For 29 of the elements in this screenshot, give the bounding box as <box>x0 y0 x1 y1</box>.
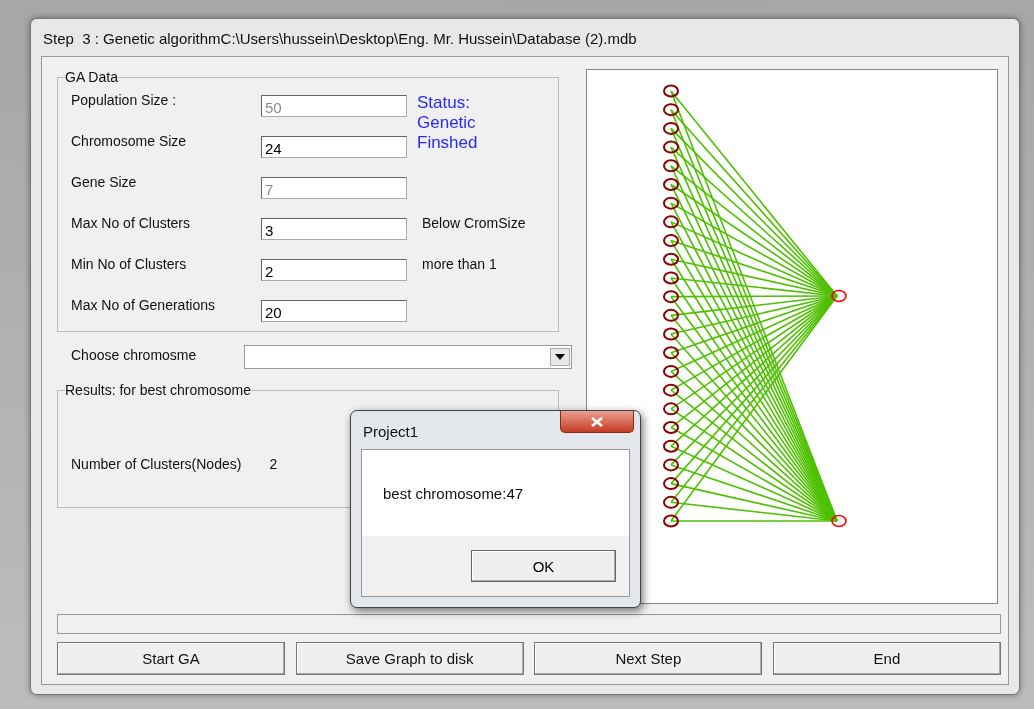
window-title: Step 3 : Genetic algorithmC:\Users\hussein\Desktop\Eng. Mr. Hussein\Database (2).mdb <box>42 29 638 49</box>
hint-text: more than 1 <box>421 255 498 274</box>
close-button[interactable] <box>560 411 634 433</box>
result-label: Number of Clusters(Nodes) <box>71 456 242 472</box>
action-button[interactable]: End <box>772 642 1001 675</box>
hint-text: Below CromSize <box>421 214 527 233</box>
action-button[interactable]: Next Step <box>534 642 763 675</box>
input-field[interactable]: 2 <box>261 259 407 281</box>
input-field[interactable]: 3 <box>261 218 407 240</box>
input-field[interactable]: 24 <box>261 136 407 158</box>
field-label: Max No of Generations <box>71 296 216 315</box>
field-label: Gene Size <box>71 173 138 192</box>
action-button[interactable]: Save Graph to disk <box>295 642 524 675</box>
group-title: GA Data <box>65 69 118 85</box>
status-text: Status: Genetic Finshed <box>416 92 479 154</box>
field-label: Population Size : <box>71 91 178 110</box>
ok-button[interactable]: OK <box>471 550 616 582</box>
dialog-title: Project1 <box>363 423 419 440</box>
field-label: Choose chromosme <box>71 347 198 363</box>
group-title: Results: for best chromosome <box>65 382 251 398</box>
field-label: Max No of Clusters <box>71 214 192 233</box>
close-icon <box>589 416 605 427</box>
input-field[interactable]: 20 <box>261 300 407 322</box>
field-label: Chromosome Size <box>71 132 188 151</box>
dialog-message: best chromosome:47 <box>383 484 524 502</box>
action-button[interactable]: Start GA <box>57 642 285 675</box>
field-label: Min No of Clusters <box>71 255 188 274</box>
dropdown-icon[interactable] <box>550 348 570 366</box>
result-value: 2 <box>269 456 278 472</box>
